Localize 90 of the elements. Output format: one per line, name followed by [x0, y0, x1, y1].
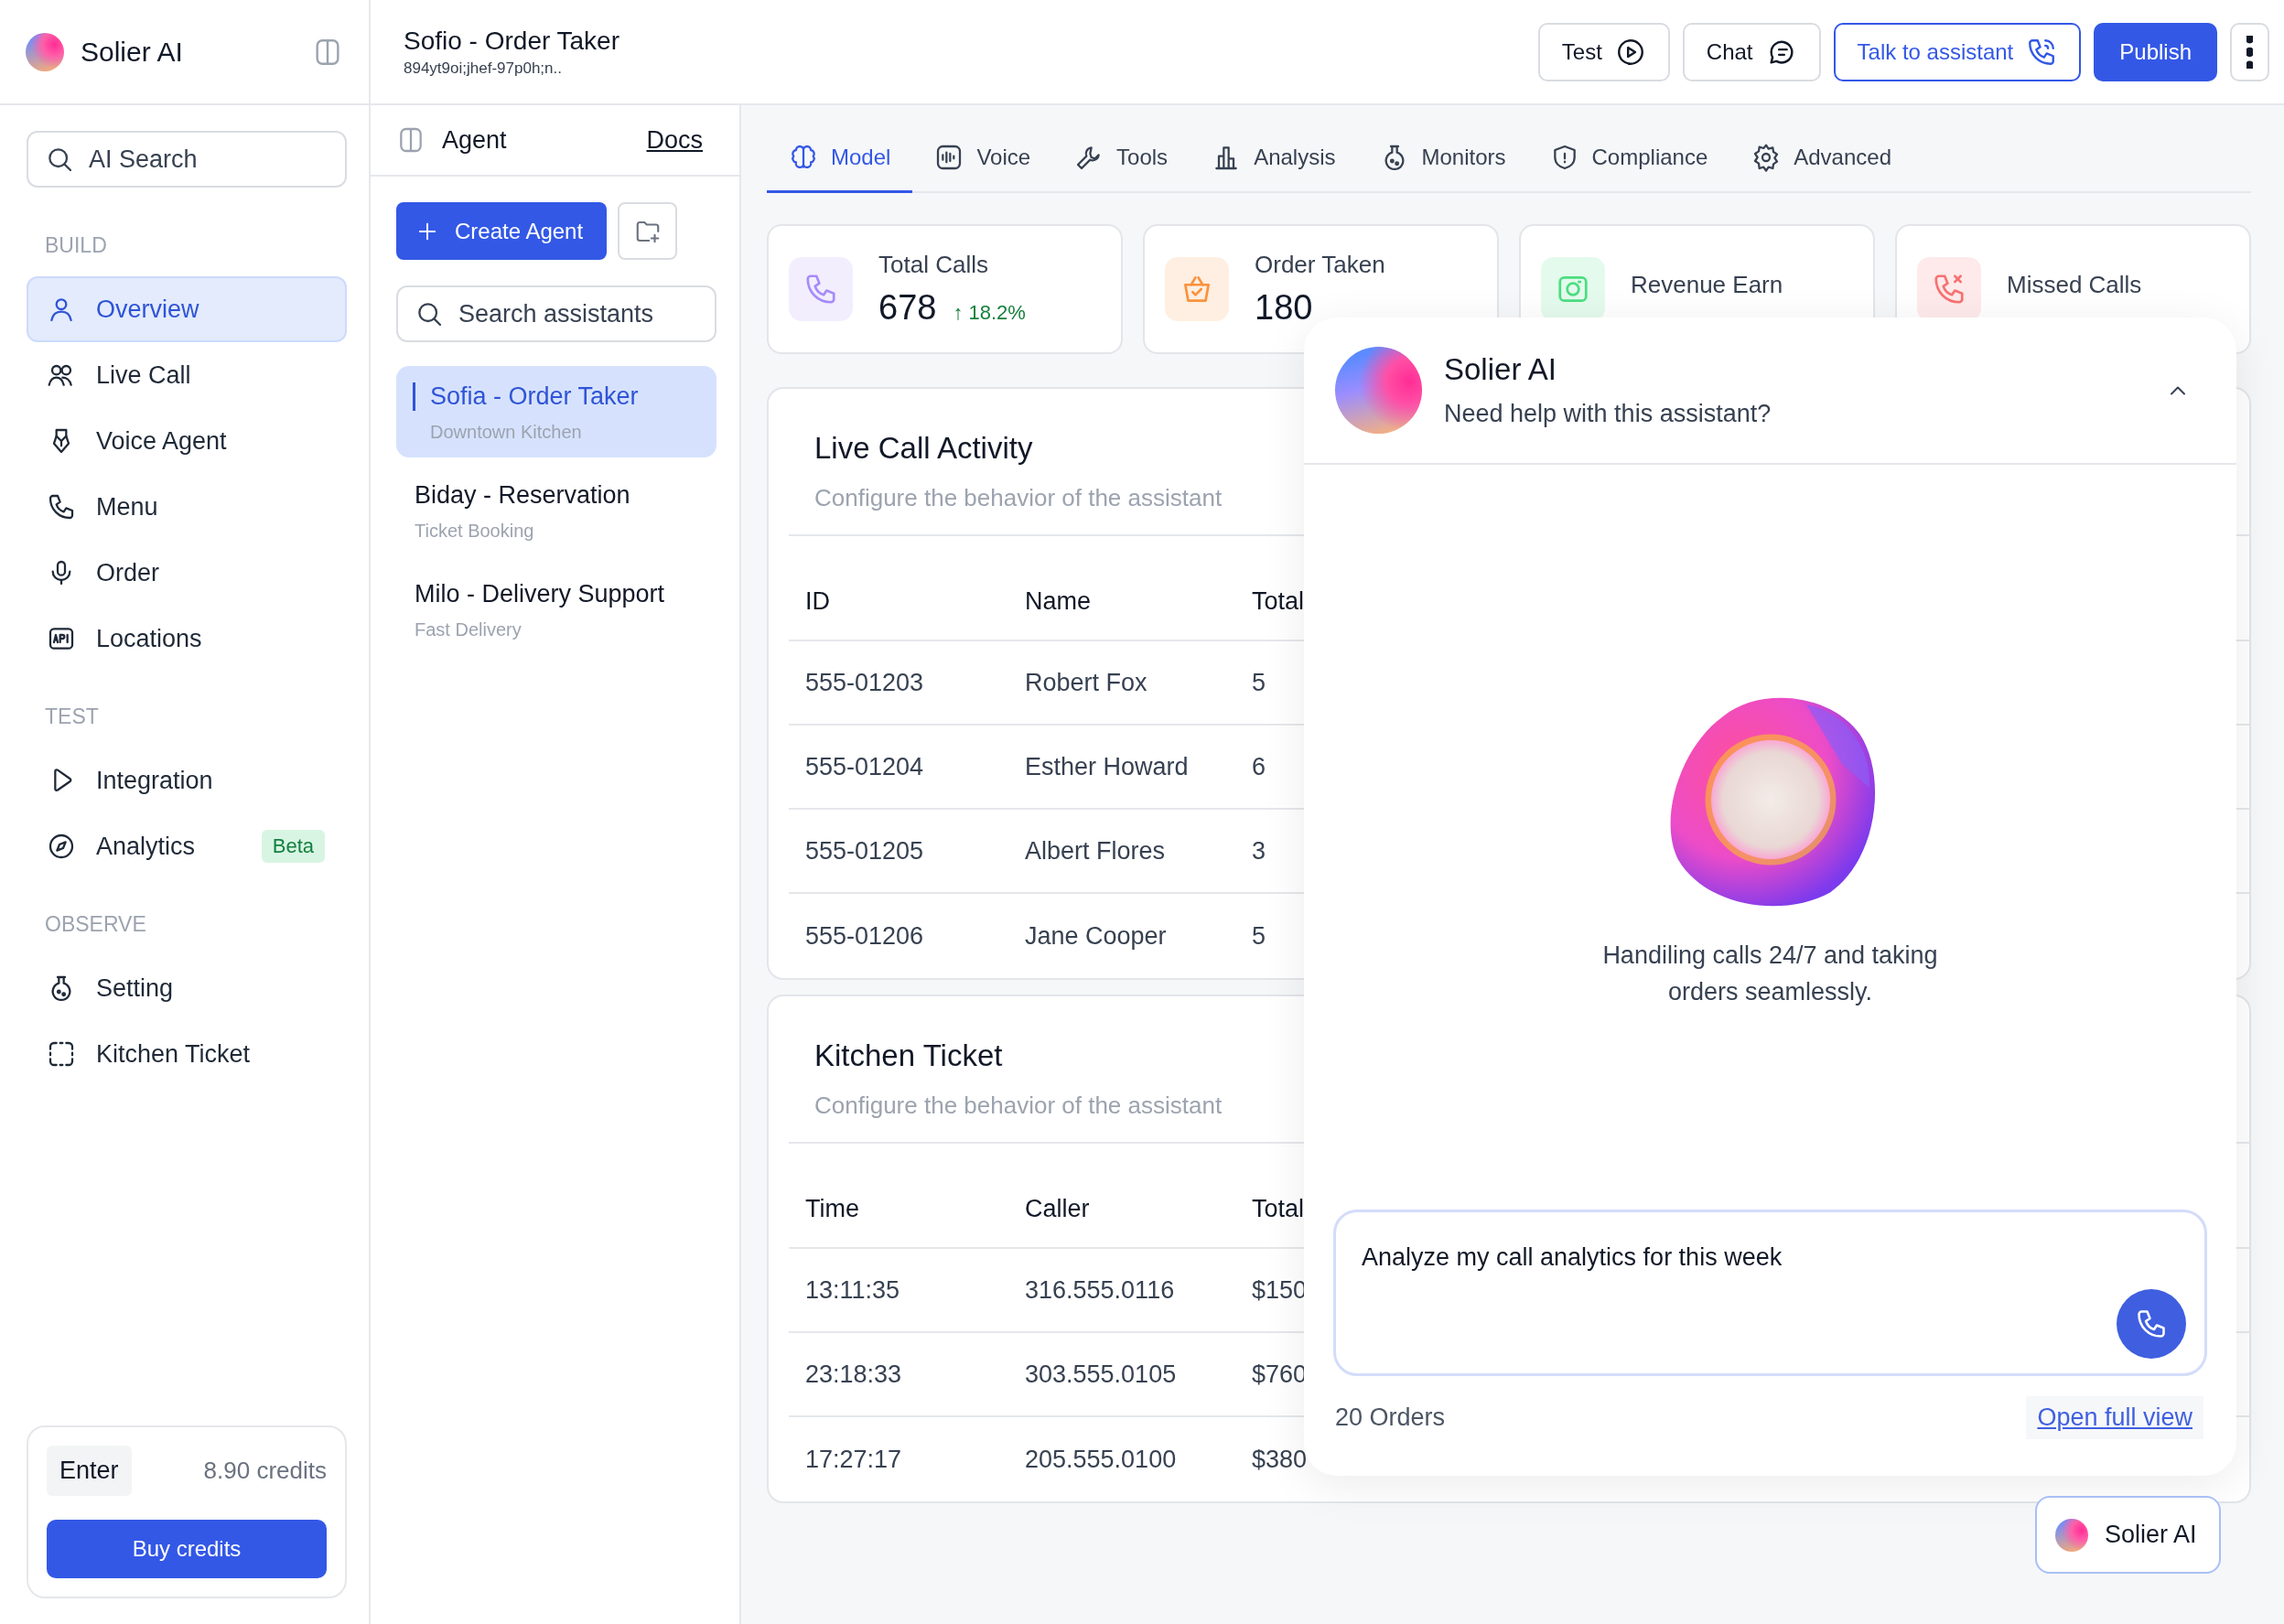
table-cell-text: 3: [1251, 836, 1266, 866]
create-agent-button[interactable]: Create Agent: [396, 202, 608, 260]
tab[interactable]: Tools: [1052, 124, 1190, 193]
more-icon: [2246, 35, 2253, 69]
open-full-view-link[interactable]: Open full view: [2026, 1396, 2203, 1439]
search-field[interactable]: AI Search: [27, 131, 347, 188]
nav-item[interactable]: Order: [27, 540, 347, 606]
nav-item[interactable]: Analytics Beta: [27, 813, 347, 879]
credits-amount: 8.90 credits: [203, 1457, 327, 1485]
tab[interactable]: Voice: [912, 124, 1053, 193]
docs-link[interactable]: Docs: [646, 125, 703, 155]
table-cell-text: Jane Cooper: [1024, 921, 1168, 951]
card-title: Live Call Activity: [813, 431, 1034, 466]
phone-icon: [2135, 1307, 2168, 1340]
table-cell-text: 5: [1251, 668, 1266, 697]
card-subtitle: Configure the behavior of the assistant: [813, 1092, 1223, 1120]
tab[interactable]: Advanced: [1729, 124, 1913, 193]
stat-label: Missed Calls: [2007, 270, 2142, 299]
table-cell-text: 555-01205: [804, 836, 925, 866]
table-cell-text: $380: [1251, 1445, 1308, 1474]
tab[interactable]: Monitors: [1357, 124, 1528, 193]
table-cell-text: 13:11:35: [804, 1275, 901, 1305]
card-subtitle: Configure the behavior of the assistant: [813, 484, 1223, 512]
panel-title: Agent: [442, 125, 508, 155]
column-header: Name: [1024, 587, 1093, 616]
column-header: Caller: [1024, 1195, 1091, 1223]
table-cell-text: 5: [1251, 921, 1266, 951]
table-cell-text: 205.555.0100: [1024, 1445, 1178, 1474]
more-button[interactable]: [2230, 22, 2269, 81]
stat-change: ↑ 18.2%: [953, 301, 1026, 325]
tab[interactable]: Analysis: [1190, 124, 1358, 193]
assistant-subtitle: Need help with this assistant?: [1444, 400, 1772, 428]
stat-value: 180: [1255, 288, 1313, 328]
stat-label: Revenue Earn: [1631, 270, 1783, 299]
section-title: TEST: [44, 704, 100, 730]
table-cell-text: 555-01206: [804, 921, 925, 951]
compass-icon: [47, 832, 76, 861]
card-title: Kitchen Ticket: [813, 1038, 1004, 1073]
table-cell-text: 555-01204: [804, 752, 925, 781]
nav-item[interactable]: Setting: [27, 955, 347, 1021]
assistant-title: Solier AI: [1444, 352, 1557, 387]
header-button[interactable]: Test: [1537, 22, 1670, 81]
nav-item[interactable]: Overview: [27, 276, 347, 342]
stat-label: Order Taken: [1255, 251, 1385, 279]
beta-badge: Beta: [261, 830, 325, 863]
logo-icon: [2055, 1518, 2088, 1552]
table-cell-text: 6: [1251, 752, 1266, 781]
table-cell-text: 23:18:33: [804, 1360, 903, 1389]
assistant-item[interactable]: Sofia - Order Taker Downtown Kitchen: [396, 366, 716, 457]
table-cell-text: Robert Fox: [1024, 668, 1148, 697]
search-field[interactable]: Search assistants: [396, 285, 716, 342]
key-label: Enter: [47, 1446, 132, 1496]
section-title: BUILD: [44, 232, 108, 259]
table-cell-text: 555-01203: [804, 668, 925, 697]
table-cell-text: Esther Howard: [1024, 752, 1190, 781]
message-field[interactable]: Analyze my call analytics for this week: [1333, 1210, 2207, 1376]
column-header: ID: [804, 587, 831, 616]
stat-value: 678: [878, 288, 937, 328]
nav-item[interactable]: Live Call: [27, 342, 347, 408]
buy-credits-button[interactable]: Buy credits: [47, 1520, 327, 1578]
section-title: OBSERVE: [44, 911, 147, 938]
assistant-item[interactable]: Biday - Reservation Ticket Booking: [396, 465, 716, 556]
assistant-message: Handiling calls 24/7 and taking orders seamlessly.: [1601, 941, 1939, 1007]
tab[interactable]: Compliance: [1527, 124, 1730, 193]
brand-name: Solier AI: [81, 36, 184, 68]
agent-title: Sofio - Order Taker: [404, 26, 620, 56]
assistant-launcher-button[interactable]: Solier AI: [2035, 1496, 2221, 1574]
table-cell-text: Albert Flores: [1024, 836, 1167, 866]
column-header: Time: [804, 1195, 860, 1223]
nav-item[interactable]: Kitchen Ticket: [27, 1021, 347, 1087]
table-cell-text: 303.555.0105: [1024, 1360, 1178, 1389]
orders-count: 20 Orders: [1335, 1404, 1446, 1432]
stat-label: Total Calls: [878, 251, 989, 279]
table-cell-text: 316.555.0116: [1024, 1275, 1176, 1305]
column-header: Total: [1251, 587, 1305, 616]
phone-icon: [47, 492, 76, 522]
nav-item[interactable]: Integration: [27, 747, 347, 813]
nav-item[interactable]: Menu: [27, 474, 347, 540]
header-button[interactable]: Publish: [2094, 22, 2217, 81]
agent-id: 894yt9oi;jhef-97p0h;n..: [404, 59, 563, 78]
column-header: Total: [1251, 1195, 1305, 1223]
logo-icon: [26, 32, 64, 71]
header-button[interactable]: Chat: [1682, 22, 1821, 81]
header-button[interactable]: Talk to assistant: [1833, 22, 2082, 81]
nav-item[interactable]: Voice Agent: [27, 408, 347, 474]
nav-item[interactable]: Locations: [27, 606, 347, 672]
table-cell-text: 17:27:17: [804, 1445, 903, 1474]
new-folder-button[interactable]: [618, 202, 678, 260]
assistant-item[interactable]: Milo - Delivery Support Fast Delivery: [396, 564, 716, 655]
tab[interactable]: Model: [767, 124, 913, 193]
